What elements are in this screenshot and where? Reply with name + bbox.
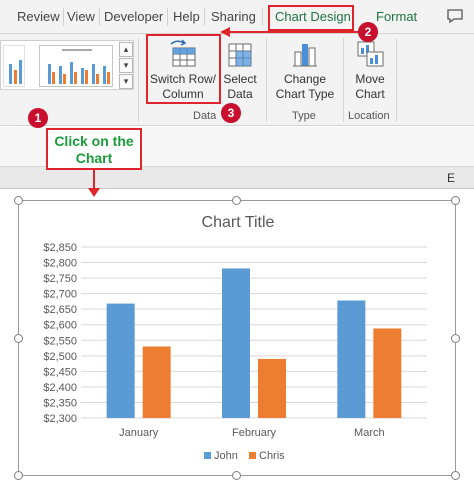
group-separator [266, 38, 267, 122]
resize-handle-middle-left[interactable] [14, 334, 23, 343]
tab-help[interactable]: Help [173, 9, 200, 24]
legend-swatch [249, 452, 256, 459]
callout-line2: Chart [75, 150, 113, 166]
y-tick-label: $2,850 [43, 242, 77, 254]
column-header-row: E [0, 167, 474, 189]
y-tick-label: $2,400 [43, 382, 77, 394]
move-chart-icon [355, 38, 385, 68]
y-tick-label: $2,350 [43, 397, 77, 409]
select-data-button[interactable]: Select Data [222, 38, 258, 102]
y-tick-label: $2,500 [43, 351, 77, 363]
tab-separator [99, 8, 100, 26]
select-data-label-line2: Data [227, 87, 253, 101]
resize-handle-bottom-right[interactable] [451, 471, 460, 480]
bar-john-february[interactable] [222, 268, 250, 418]
group-separator [343, 38, 344, 122]
step-badge-1: 1 [28, 108, 48, 128]
resize-handle-middle-right[interactable] [451, 334, 460, 343]
group-label-data: Data [193, 110, 217, 122]
move-chart-label-line2: Chart [355, 87, 385, 101]
resize-handle-top-center[interactable] [232, 196, 241, 205]
x-tick-label: March [354, 427, 385, 439]
comment-icon[interactable] [446, 8, 464, 29]
y-tick-label: $2,750 [43, 273, 77, 285]
resize-handle-bottom-left[interactable] [14, 471, 23, 480]
move-chart-label-line1: Move [355, 72, 385, 86]
tab-separator [63, 8, 64, 26]
highlight-switch-row-column [146, 34, 221, 104]
y-tick-label: $2,700 [43, 289, 77, 301]
resize-handle-top-right[interactable] [451, 196, 460, 205]
legend-entry: Chris [259, 450, 285, 462]
tab-developer[interactable]: Developer [104, 9, 163, 24]
tab-sharing[interactable]: Sharing [211, 9, 256, 24]
resize-handle-bottom-center[interactable] [232, 471, 241, 480]
bar-chris-march[interactable] [373, 328, 402, 418]
step-badge-2: 2 [358, 22, 378, 42]
x-tick-label: February [232, 427, 277, 439]
y-tick-label: $2,650 [43, 304, 77, 316]
tab-separator [167, 8, 168, 26]
annotation-arrow [220, 27, 358, 37]
excel-window: Review View Developer Help Sharing Chart… [0, 0, 474, 486]
y-tick-label: $2,450 [43, 366, 77, 378]
x-tick-label: January [119, 427, 159, 439]
legend-entry: John [214, 450, 238, 462]
bar-chris-january[interactable] [142, 346, 171, 418]
move-chart-button[interactable]: Move Chart [348, 38, 392, 102]
group-separator [396, 38, 397, 122]
change-chart-type-icon [291, 38, 319, 68]
tab-separator [204, 8, 205, 26]
annotation-arrow [88, 170, 100, 197]
select-data-label-line1: Select [223, 72, 257, 86]
chart-style-thumbnail[interactable] [3, 45, 25, 87]
y-tick-label: $2,300 [43, 413, 77, 425]
bar-john-march[interactable] [337, 300, 366, 418]
y-tick-label: $2,550 [43, 335, 77, 347]
change-chart-type-label-line2: Chart Type [275, 87, 335, 101]
tab-format[interactable]: Format [376, 9, 417, 24]
select-data-icon [226, 38, 254, 68]
y-tick-label: $2,800 [43, 258, 77, 270]
tab-review[interactable]: Review [17, 9, 60, 24]
legend-swatch [204, 452, 211, 459]
gallery-more-button[interactable]: ▾ [119, 74, 133, 89]
chart-style-thumbnail-selected[interactable] [39, 45, 113, 87]
y-tick-label: $2,600 [43, 320, 77, 332]
column-header-e[interactable]: E [447, 171, 455, 185]
group-label-location: Location [348, 110, 390, 122]
bar-chris-february[interactable] [258, 358, 286, 418]
bar-john-january[interactable] [106, 303, 135, 418]
change-chart-type-button[interactable]: Change Chart Type [272, 38, 338, 102]
change-chart-type-label-line1: Change [283, 72, 327, 86]
callout-line1: Click on the [54, 133, 134, 149]
resize-handle-top-left[interactable] [14, 196, 23, 205]
gallery-scroll-up-button[interactable]: ▴ [119, 42, 133, 57]
step-badge-3: 3 [221, 103, 241, 123]
chart-styles-gallery[interactable]: ▴ ▾ ▾ [0, 40, 134, 90]
group-label-type: Type [292, 110, 316, 122]
group-separator [138, 38, 139, 122]
gallery-scroll-down-button[interactable]: ▾ [119, 58, 133, 73]
chart-object[interactable]: Chart Title $2,300 $2,350 $2,400 $2,450 $2,5… [18, 200, 456, 476]
tab-view[interactable]: View [67, 9, 95, 24]
chart-plot-area[interactable]: $2,300 $2,350 $2,400 $2,450 $2,500 $2,550 $2,6… [19, 201, 455, 475]
instruction-callout: Click on the Chart [46, 128, 142, 170]
